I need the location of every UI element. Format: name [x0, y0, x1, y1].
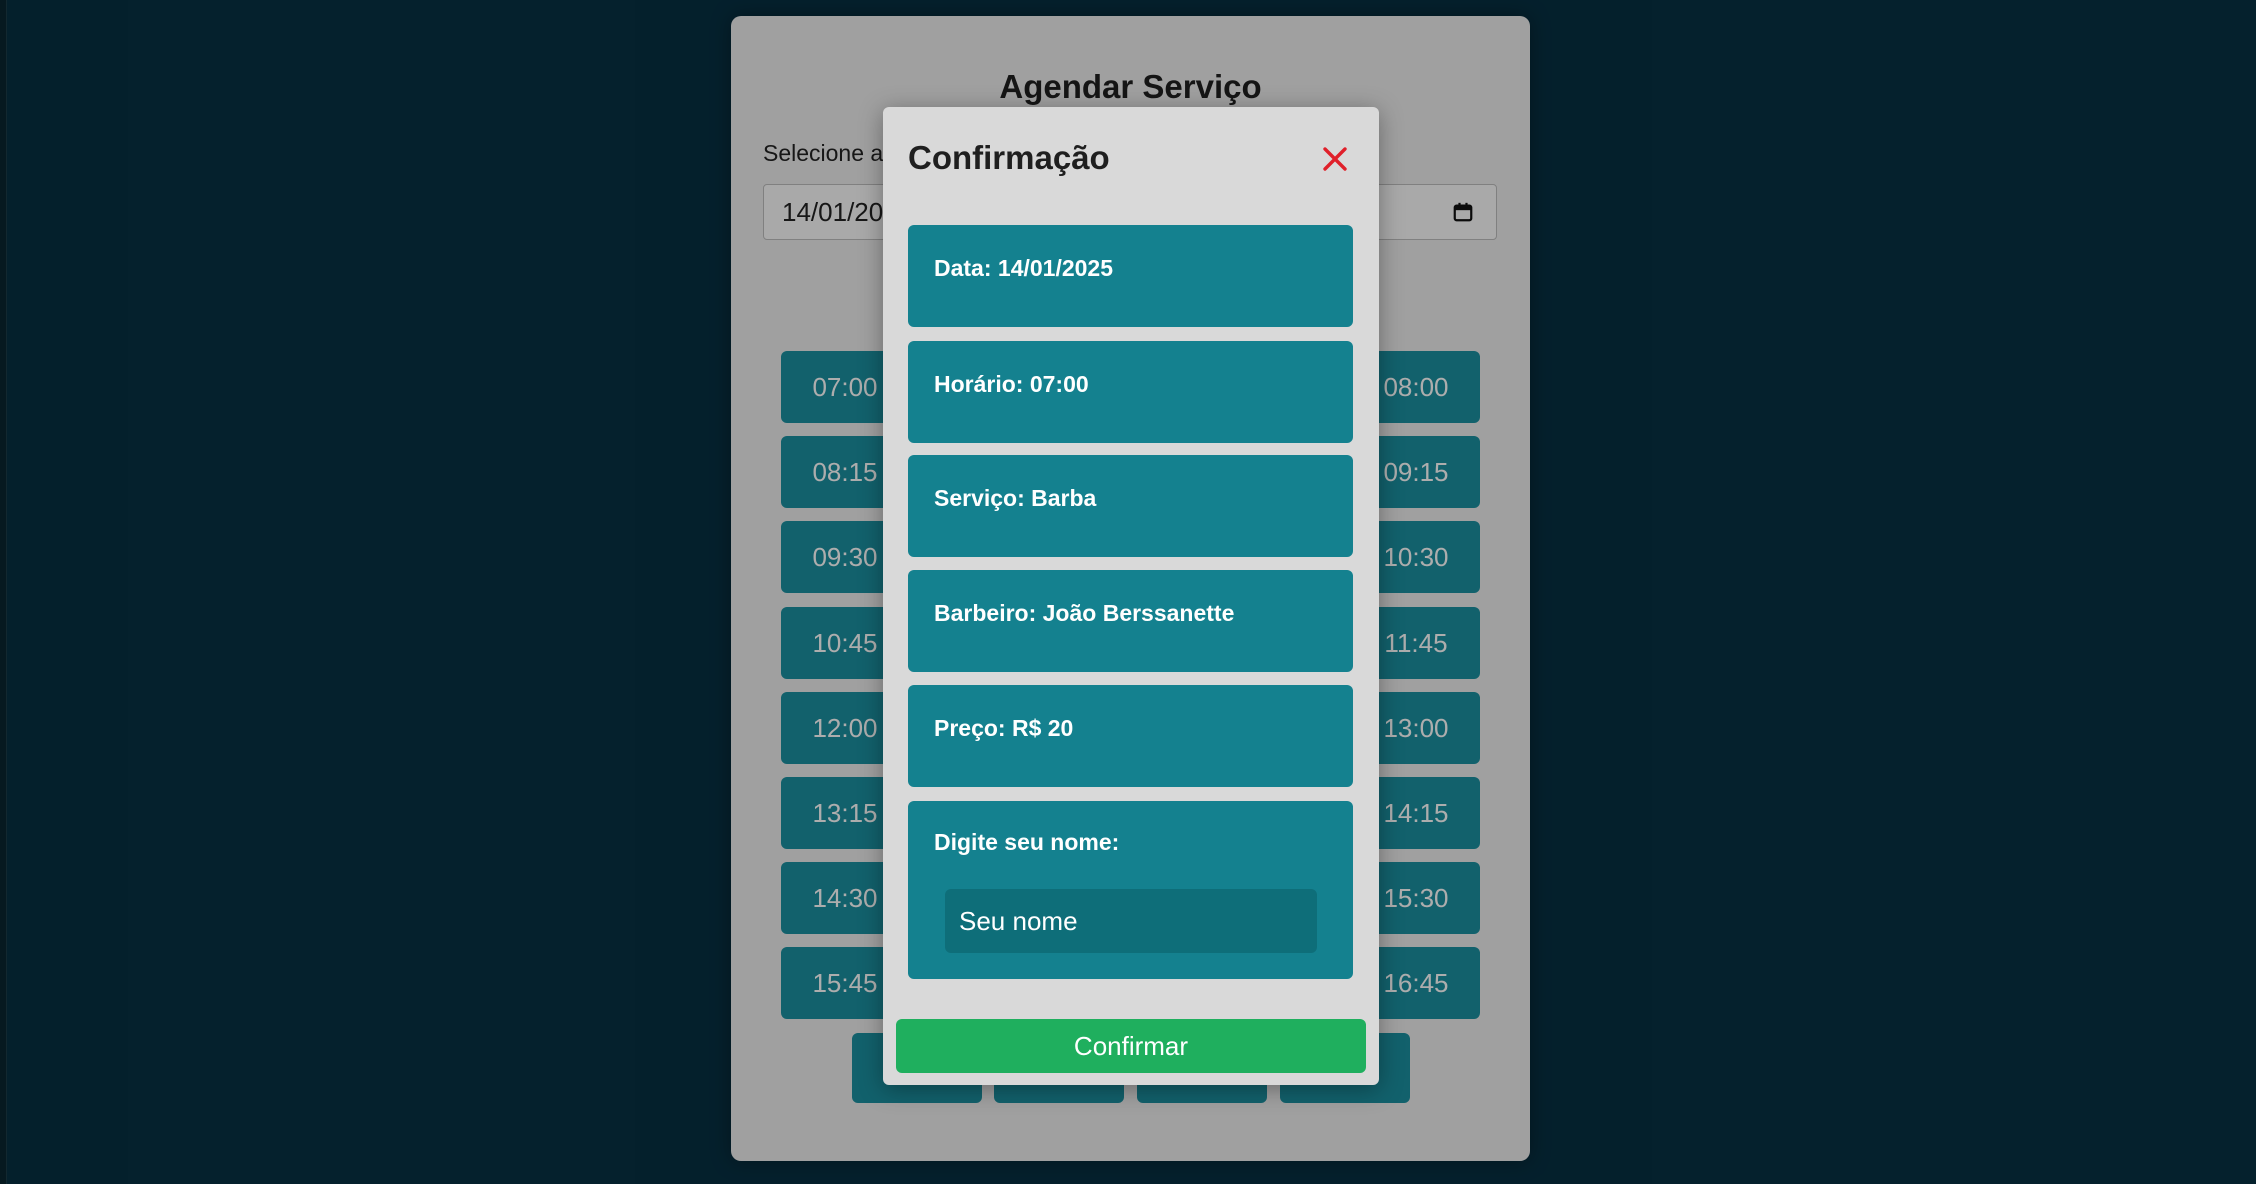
barber-info-box: Barbeiro: João Berssanette — [908, 570, 1353, 672]
price-info-text: Preço: R$ 20 — [934, 715, 1074, 741]
barber-info-text: Barbeiro: João Berssanette — [934, 600, 1235, 626]
name-entry-box: Digite seu nome: — [908, 801, 1353, 979]
name-input[interactable] — [945, 889, 1317, 953]
name-label: Digite seu nome: — [934, 829, 1120, 855]
time-info-box: Horário: 07:00 — [908, 341, 1353, 443]
modal-title: Confirmação — [908, 139, 1110, 176]
date-info-box: Data: 14/01/2025 — [908, 225, 1353, 327]
time-info-text: Horário: 07:00 — [934, 371, 1089, 397]
confirmation-modal: Confirmação Data: 14/01/2025 Horário: 07… — [883, 107, 1379, 1085]
date-info-text: Data: 14/01/2025 — [934, 255, 1114, 281]
confirm-button[interactable]: Confirmar — [896, 1019, 1366, 1073]
price-info-box: Preço: R$ 20 — [908, 685, 1353, 787]
close-icon[interactable] — [1319, 143, 1351, 175]
service-info-text: Serviço: Barba — [934, 485, 1097, 511]
service-info-box: Serviço: Barba — [908, 455, 1353, 557]
